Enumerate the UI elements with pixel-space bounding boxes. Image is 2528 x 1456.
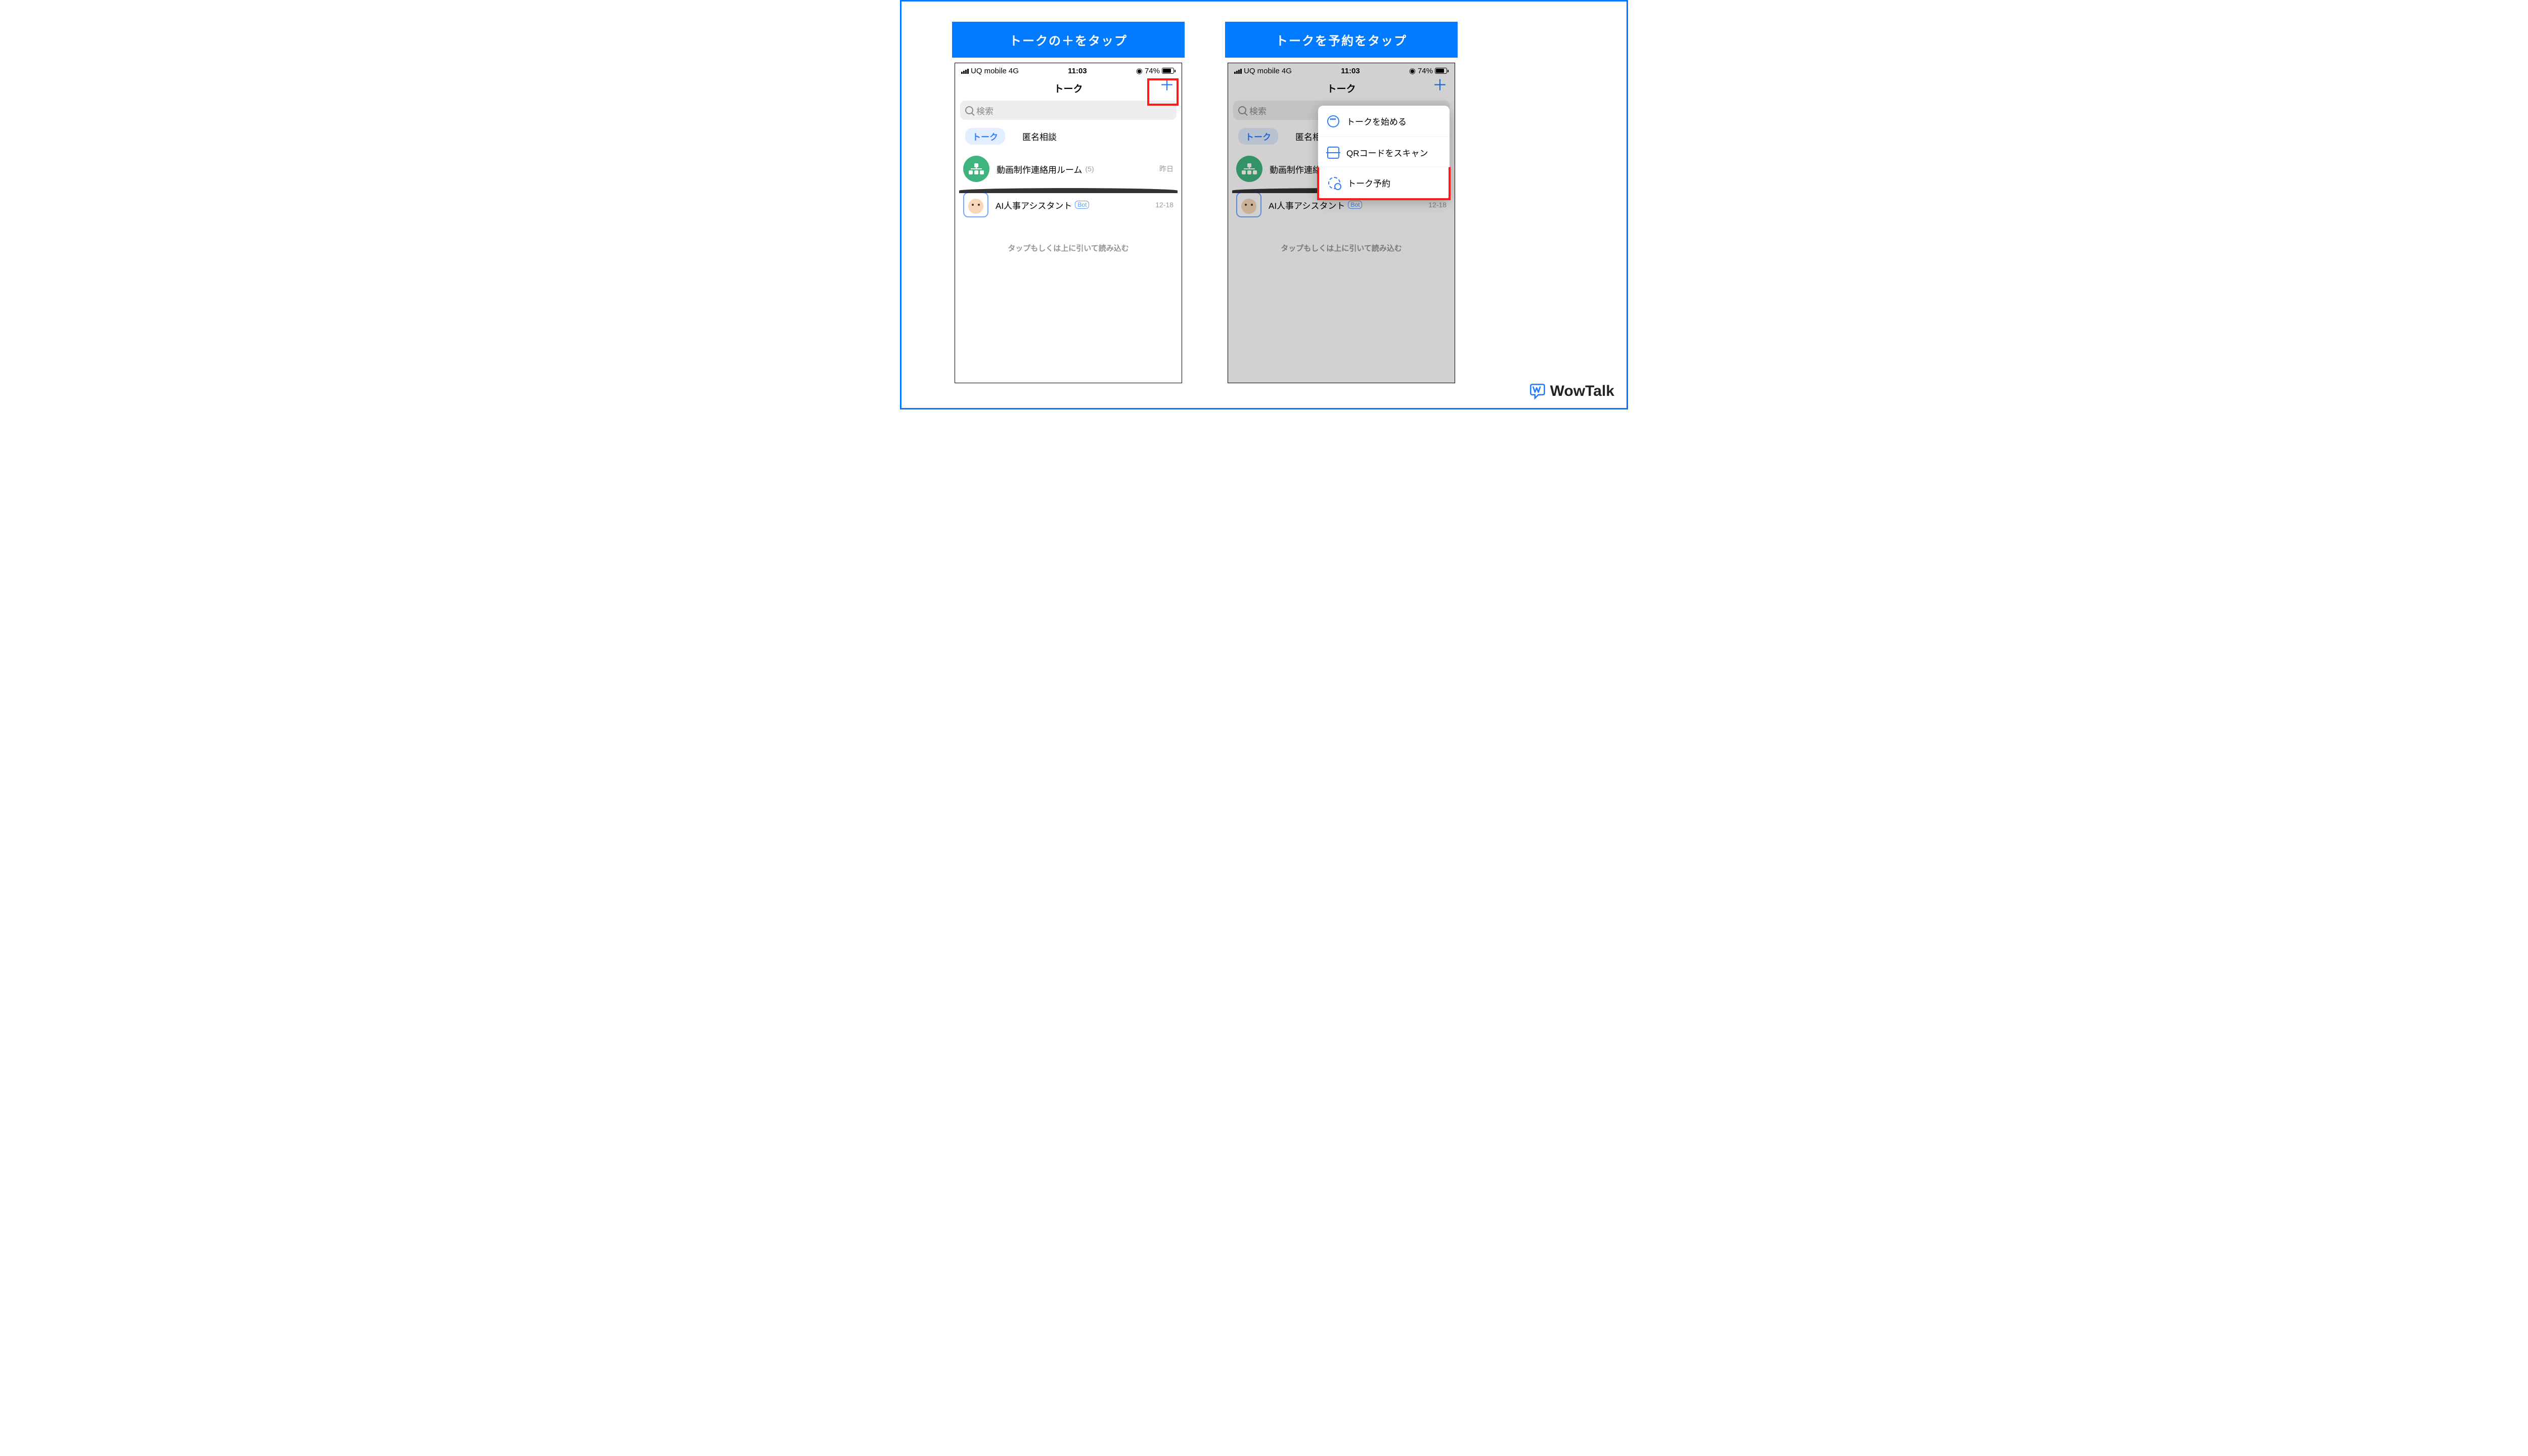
group-avatar-icon bbox=[1236, 156, 1262, 182]
bot-badge: Bot bbox=[1348, 201, 1362, 209]
menu-item-scan-qr[interactable]: QRコードをスキャン bbox=[1318, 136, 1450, 168]
clock: 11:03 bbox=[1068, 67, 1087, 75]
list-item[interactable]: AI人事アシスタント Bot 12-18 bbox=[955, 187, 1182, 222]
chat-time: 昨日 bbox=[1159, 164, 1173, 174]
chat-time: 12-18 bbox=[1155, 201, 1173, 209]
phone-right: UQ mobile 4G 11:03 ◉ 74% トーク ＋ bbox=[1228, 63, 1455, 383]
chat-time: 12-18 bbox=[1428, 201, 1447, 209]
banner-left: トークの＋をタップ bbox=[952, 22, 1185, 58]
bot-avatar-icon bbox=[1236, 192, 1261, 217]
bot-avatar-icon bbox=[963, 192, 988, 217]
chat-title: 動画制作連絡用ルーム bbox=[997, 163, 1082, 175]
menu-item-start-talk[interactable]: トークを始める bbox=[1318, 106, 1450, 136]
carrier-label: UQ mobile bbox=[971, 67, 1007, 75]
signal-icon bbox=[1234, 68, 1242, 74]
slide-canvas: トークの＋をタップ UQ mobile 4G 11:03 ◉ 74% bbox=[900, 0, 1628, 410]
add-menu-popover: トークを始める QRコードをスキャン トーク予約 bbox=[1318, 106, 1450, 199]
signal-icon bbox=[961, 68, 969, 74]
tab-talk[interactable]: トーク bbox=[1238, 128, 1278, 145]
chat-count: (5) bbox=[1086, 165, 1094, 173]
banner-right: トークを予約をタップ bbox=[1225, 22, 1458, 58]
tab-talk[interactable]: トーク bbox=[965, 128, 1005, 145]
chat-schedule-icon bbox=[1328, 177, 1340, 189]
phone-left: UQ mobile 4G 11:03 ◉ 74% トーク ＋ bbox=[955, 63, 1182, 383]
search-input[interactable]: 検索 bbox=[960, 101, 1177, 120]
battery-icon bbox=[1435, 68, 1449, 74]
battery-pct: 74% bbox=[1145, 67, 1160, 75]
column-right: トークを予約をタップ UQ mobile 4G 11:03 ◉ 74% bbox=[1225, 22, 1458, 383]
menu-label: トーク予約 bbox=[1347, 176, 1390, 189]
search-icon bbox=[1238, 106, 1246, 114]
network-label: 4G bbox=[1009, 67, 1019, 75]
chat-bubble-icon bbox=[1327, 115, 1339, 127]
battery-icon bbox=[1162, 68, 1176, 74]
menu-item-reserve-talk[interactable]: トーク予約 bbox=[1317, 167, 1451, 200]
segmented-tabs: トーク 匿名相談 bbox=[955, 122, 1182, 151]
bot-badge: Bot bbox=[1075, 201, 1089, 209]
status-bar: UQ mobile 4G 11:03 ◉ 74% bbox=[1228, 63, 1455, 77]
status-bar: UQ mobile 4G 11:03 ◉ 74% bbox=[955, 63, 1182, 77]
nav-bar: トーク ＋ bbox=[1228, 77, 1455, 99]
list-item[interactable]: 動画制作連絡用ルーム (5) 昨日 bbox=[955, 151, 1182, 187]
clock: 11:03 bbox=[1341, 67, 1360, 75]
brand-text: WowTalk bbox=[1550, 383, 1614, 400]
add-button[interactable]: ＋ bbox=[1432, 78, 1448, 94]
group-avatar-icon bbox=[963, 156, 989, 182]
tab-anonymous[interactable]: 匿名相談 bbox=[1022, 130, 1057, 143]
search-icon bbox=[965, 106, 973, 114]
column-left: トークの＋をタップ UQ mobile 4G 11:03 ◉ 74% bbox=[952, 22, 1185, 383]
menu-label: トークを始める bbox=[1346, 115, 1407, 127]
battery-pct: 74% bbox=[1418, 67, 1433, 75]
network-label: 4G bbox=[1282, 67, 1292, 75]
pull-to-refresh-hint: タップもしくは上に引いて読み込む bbox=[1228, 243, 1455, 253]
brand-logo: WowTalk bbox=[1529, 383, 1614, 400]
chat-title: AI人事アシスタント bbox=[1269, 199, 1345, 211]
location-services-icon: ◉ bbox=[1136, 66, 1143, 75]
search-placeholder: 検索 bbox=[976, 104, 994, 117]
pull-to-refresh-hint: タップもしくは上に引いて読み込む bbox=[955, 243, 1182, 253]
chat-title: AI人事アシスタント bbox=[996, 199, 1072, 211]
menu-label: QRコードをスキャン bbox=[1346, 146, 1428, 159]
chat-list: 動画制作連絡用ルーム (5) 昨日 AI人事アシスタント Bot bbox=[955, 151, 1182, 222]
search-placeholder: 検索 bbox=[1249, 104, 1267, 117]
highlight-box-plus bbox=[1147, 78, 1179, 106]
carrier-label: UQ mobile bbox=[1244, 67, 1280, 75]
nav-title: トーク bbox=[1228, 81, 1455, 95]
wowtalk-icon bbox=[1529, 383, 1546, 400]
qr-scan-icon bbox=[1327, 147, 1339, 159]
location-services-icon: ◉ bbox=[1409, 66, 1416, 75]
